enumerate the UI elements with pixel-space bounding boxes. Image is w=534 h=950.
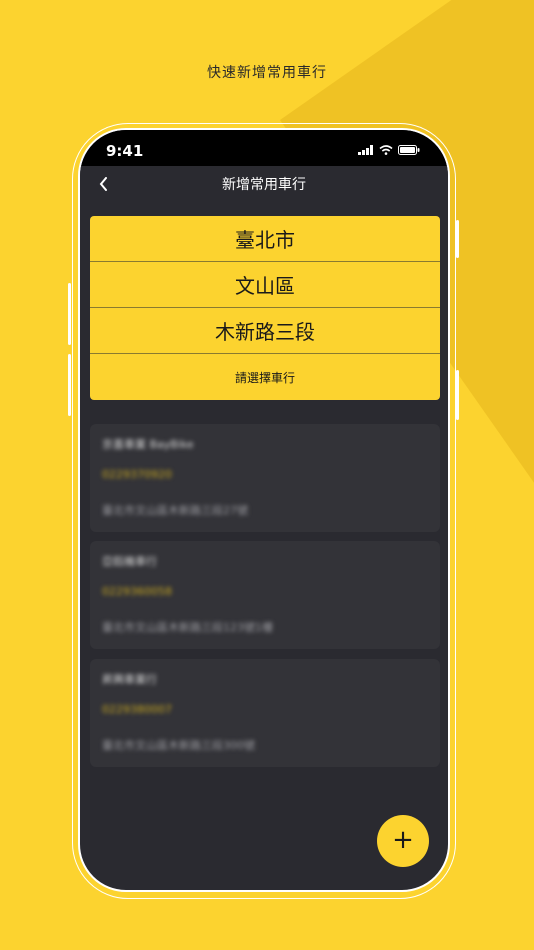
battery-icon — [398, 145, 420, 155]
phone-side-button — [68, 354, 71, 416]
plus-icon: + — [392, 825, 414, 855]
phone-side-button — [456, 220, 459, 258]
add-shop-button[interactable]: + — [377, 815, 429, 867]
shop-card[interactable]: 京喜車業 BayBike 0229370920 臺北市文山區木新路三段27號 — [90, 424, 440, 532]
district-select[interactable]: 文山區 — [90, 262, 440, 308]
road-select[interactable]: 木新路三段 — [90, 308, 440, 354]
phone-side-button — [68, 283, 71, 345]
shop-name: 京喜車業 BayBike — [102, 438, 194, 451]
nav-bar: 新增常用車行 — [80, 166, 448, 204]
shop-address: 臺北市文山區木新路三段300號 — [102, 739, 255, 752]
phone-side-button — [456, 370, 459, 420]
shop-card[interactable]: 亞鈺機車行 0229360058 臺北市文山區木新路三段123號1樓 — [90, 541, 440, 649]
shop-phone: 0229370920 — [102, 468, 172, 481]
shop-name: 昇興車業行 — [102, 673, 157, 686]
shop-name: 亞鈺機車行 — [102, 555, 157, 568]
shop-select[interactable]: 請選擇車行 — [90, 354, 440, 400]
page-title: 新增常用車行 — [222, 177, 306, 193]
status-bar: 9:41 — [80, 130, 448, 166]
headline: 快速新增常用車行 — [207, 65, 327, 81]
wifi-icon — [379, 145, 393, 155]
shop-phone: 0229380007 — [102, 703, 172, 716]
shop-card[interactable]: 昇興車業行 0229380007 臺北市文山區木新路三段300號 — [90, 659, 440, 767]
phone-screen: 9:41 新增常用車行 臺北市 文山區 木新路三段 請選擇車行 京喜車業 Bay… — [78, 128, 450, 892]
shop-address: 臺北市文山區木新路三段123號1樓 — [102, 621, 273, 634]
city-select[interactable]: 臺北市 — [90, 216, 440, 262]
shop-phone: 0229360058 — [102, 585, 172, 598]
status-time: 9:41 — [106, 142, 144, 160]
status-icons — [358, 145, 420, 155]
shop-address: 臺北市文山區木新路三段27號 — [102, 504, 248, 517]
location-selector: 臺北市 文山區 木新路三段 請選擇車行 — [90, 216, 440, 400]
signal-icon — [358, 145, 373, 155]
